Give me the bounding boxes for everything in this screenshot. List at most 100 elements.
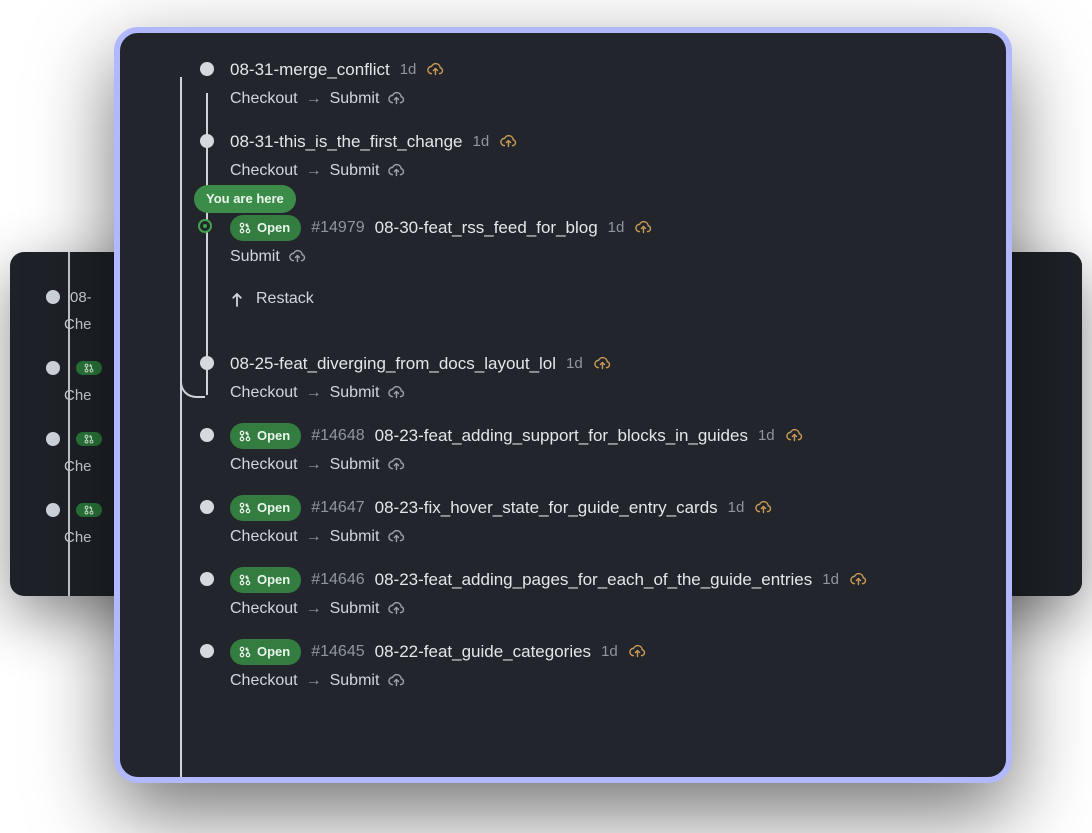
commit-dot [200,356,214,370]
stack-panel: 08-31-merge_conflict1dCheckout→Submit08-… [114,27,1012,783]
ghost-branch-fragment: 08- [70,289,92,306]
checkout-action[interactable]: Checkout [230,453,298,477]
branch-age: 1d [822,569,839,592]
checkout-action[interactable]: Checkout [230,597,298,621]
restack-up-icon [230,291,244,307]
pull-request-icon [239,430,251,442]
branch-header-row: Open #14979 08-30-feat_rss_feed_for_blog 1d [230,215,1006,241]
pr-number[interactable]: #14647 [311,496,364,520]
cloud-upload-icon[interactable] [849,571,867,589]
branch-age: 1d [472,131,489,154]
arrow-right-icon: → [306,453,322,477]
restack-action[interactable]: Restack [120,287,1006,311]
restack-label: Restack [256,287,314,311]
commit-dot [200,428,214,442]
open-pill [76,432,102,446]
checkout-action[interactable]: Checkout [230,669,298,693]
branch-actions-row: Checkout → Submit [230,381,1006,405]
cloud-upload-icon[interactable] [288,248,306,266]
checkout-action[interactable]: Checkout [230,525,298,549]
checkout-action[interactable]: Checkout [230,159,298,183]
branch-header-row: 08-31-this_is_the_first_change 1d [230,129,1006,155]
branch-actions-row: Submit [230,245,1006,269]
branch-entry: 08-25-feat_diverging_from_docs_layout_lo… [120,351,1006,405]
branch-header-row: Open#1464508-22-feat_guide_categories1d [230,639,1006,665]
open-pill-label: Open [257,642,290,662]
commit-dot [46,432,60,446]
open-pill-label: Open [257,570,290,590]
pr-number[interactable]: #14979 [311,216,364,240]
cloud-upload-icon[interactable] [754,499,772,517]
branch-entry: You are hereOpen#1497908-30-feat_rss_fee… [120,215,1006,269]
pr-number[interactable]: #14646 [311,568,364,592]
open-pill [76,503,102,517]
branch-actions-row: Checkout→Submit [230,159,1006,183]
checkout-action[interactable]: Checkout [230,87,298,111]
submit-action[interactable]: Submit [330,525,380,549]
arrow-right-icon: → [306,381,322,405]
branch-name[interactable]: 08-25-feat_diverging_from_docs_layout_lo… [230,351,556,377]
branch-name[interactable]: 08-30-feat_rss_feed_for_blog [375,215,598,241]
submit-action[interactable]: Submit [330,669,380,693]
cloud-upload-icon[interactable] [387,528,405,546]
commit-dot [46,290,60,304]
commit-dot [46,503,60,517]
cloud-upload-icon[interactable] [387,600,405,618]
cloud-upload-icon[interactable] [634,219,652,237]
arrow-right-icon: → [306,669,322,693]
open-pill[interactable]: Open [230,495,301,521]
commit-dot [200,62,214,76]
submit-action[interactable]: Submit [330,87,380,111]
branch-age: 1d [608,217,625,240]
branch-actions-row: Checkout → Submit [230,453,1006,477]
cloud-upload-icon[interactable] [387,90,405,108]
cloud-upload-icon[interactable] [499,133,517,151]
open-pill-label: Open [257,498,290,518]
cloud-upload-icon[interactable] [593,355,611,373]
branch-age: 1d [566,353,583,376]
branch-age: 1d [758,425,775,448]
branch-tree: 08-31-merge_conflict1dCheckout→Submit08-… [120,57,1006,777]
submit-action[interactable]: Submit [330,381,380,405]
submit-action[interactable]: Submit [330,597,380,621]
branch-header-row: 08-25-feat_diverging_from_docs_layout_lo… [230,351,1006,377]
arrow-right-icon: → [306,597,322,621]
branch-name[interactable]: 08-22-feat_guide_categories [375,639,591,665]
branch-name[interactable]: 08-23-feat_adding_pages_for_each_of_the_… [375,567,813,593]
cloud-upload-icon[interactable] [785,427,803,445]
branch-header-row: Open #14647 08-23-fix_hover_state_for_guid… [230,495,1006,521]
ghost-trunk-line [68,252,70,596]
branch-header-row: 08-31-merge_conflict 1d [230,57,1006,83]
checkout-action[interactable]: Checkout [230,381,298,405]
cloud-upload-icon[interactable] [387,384,405,402]
branch-entry: 08-31-this_is_the_first_change 1d Checkout… [120,129,1006,183]
current-commit-dot [200,221,210,231]
pr-number[interactable]: #14645 [311,640,364,664]
arrow-right-icon: → [306,87,322,111]
branch-age: 1d [400,59,417,82]
branch-name[interactable]: 08-23-fix_hover_state_for_guide_entry_ca… [375,495,718,521]
submit-action[interactable]: Submit [230,245,280,269]
pr-number[interactable]: #14648 [311,424,364,448]
commit-dot [200,134,214,148]
cloud-upload-icon[interactable] [628,643,646,661]
branch-name[interactable]: 08-23-feat_adding_support_for_blocks_in_… [375,423,748,449]
commit-dot [200,572,214,586]
branch-entry: Open #14648 08-23-feat_adding_support_for_… [120,423,1006,477]
branch-name[interactable]: 08-31-merge_conflict [230,57,390,83]
pull-request-icon [239,502,251,514]
cloud-upload-icon[interactable] [387,162,405,180]
commit-dot [200,500,214,514]
cloud-upload-icon[interactable] [426,61,444,79]
open-pill[interactable]: Open [230,215,301,241]
cloud-upload-icon[interactable] [387,456,405,474]
submit-action[interactable]: Submit [330,159,380,183]
open-pill[interactable]: Open [230,423,301,449]
cloud-upload-icon[interactable] [387,672,405,690]
branch-actions-row: Checkout→Submit [230,525,1006,549]
open-pill[interactable]: Open [230,639,301,665]
open-pill[interactable]: Open [230,567,301,593]
branch-name[interactable]: 08-31-this_is_the_first_change [230,129,462,155]
commit-dot [200,644,214,658]
submit-action[interactable]: Submit [330,453,380,477]
